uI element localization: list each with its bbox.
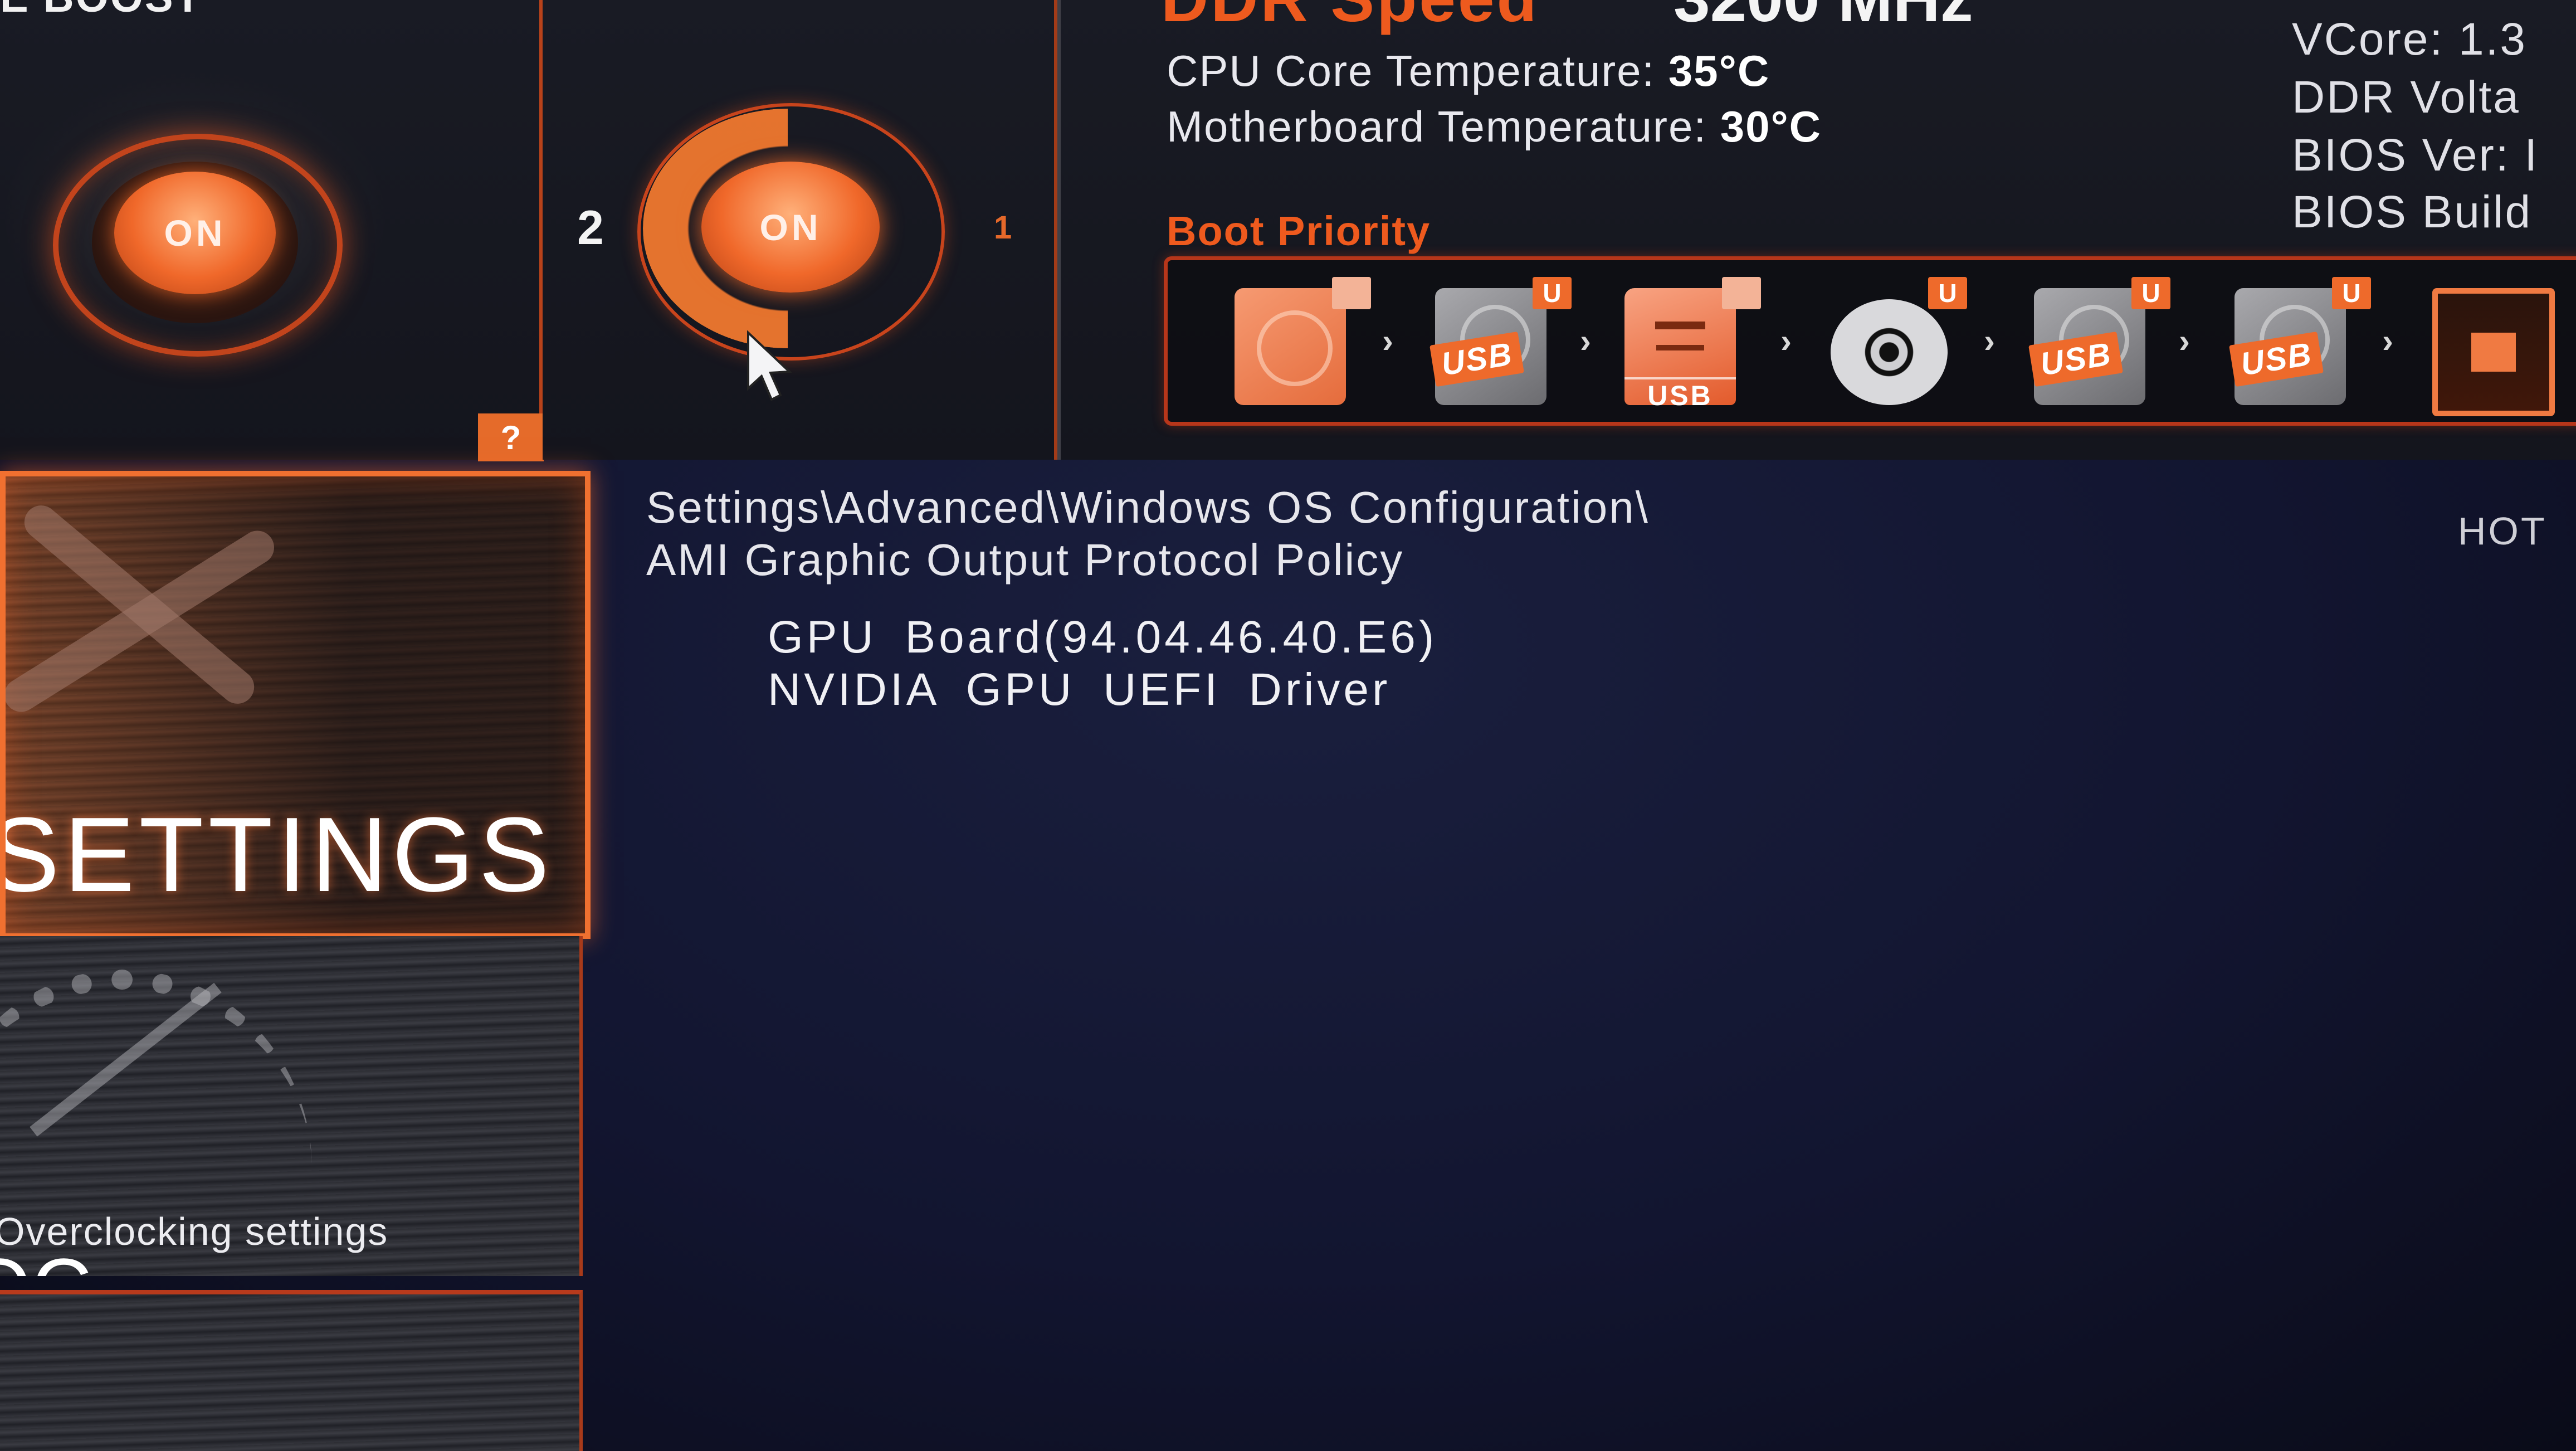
option-nvidia-gpu-uefi-driver[interactable]: NVIDIA GPU UEFI Driver <box>768 664 1391 716</box>
xmp-profile-1-button[interactable]: 1 <box>994 209 1012 246</box>
usb-key-face <box>1655 322 1705 329</box>
bios-build-info: BIOS Build <box>2292 187 2533 237</box>
oc-menu-label: OC <box>0 1240 92 1276</box>
main-content: Settings\Advanced\Windows OS Configurati… <box>584 460 2576 1451</box>
oc-menu-tile[interactable]: Overclocking settings OC <box>0 936 583 1276</box>
motherboard-temperature-label: Motherboard Temperature: <box>1167 102 1707 151</box>
settings-menu-tile[interactable]: SETTINGS <box>0 471 591 939</box>
motherboard-temperature-value: 30°C <box>1720 102 1822 151</box>
uefi-badge: U <box>1928 277 1967 309</box>
cpu-temperature-value: 35°C <box>1668 46 1770 95</box>
uefi-badge: U <box>2332 277 2371 309</box>
cpu-temperature-label: CPU Core Temperature: <box>1167 46 1656 95</box>
settings-menu-label: SETTINGS <box>0 796 554 914</box>
ddr-voltage-info: DDR Volta <box>2292 72 2520 123</box>
boot-priority-title: Boot Priority <box>1167 208 1431 254</box>
boot-device-usb-key[interactable]: USB <box>1608 277 1764 411</box>
boot-device-usb-optical-drive[interactable]: U USB <box>2017 277 2173 411</box>
xmp-profile-2-button[interactable]: 2 <box>577 201 604 256</box>
boot-order-arrow: › <box>2179 322 2190 359</box>
uefi-badge <box>1722 277 1761 309</box>
boot-priority-bar: › U USB › USB › U › U USB › U USB › <box>1164 256 2576 426</box>
next-menu-tile[interactable] <box>0 1290 583 1451</box>
boot-order-arrow: › <box>1580 322 1591 359</box>
xmp-on-button[interactable]: ON <box>701 162 880 293</box>
bios-screen: E BOOST ON ? 2 ON 1 DDR Speed 3200 MHz C… <box>0 0 2576 1451</box>
boot-order-arrow: › <box>1984 322 1995 359</box>
help-button[interactable]: ? <box>478 413 544 461</box>
uefi-badge <box>1332 277 1371 309</box>
optical-disc-icon <box>1831 299 1948 405</box>
uefi-badge: U <box>2131 277 2170 309</box>
uefi-badge: U <box>1533 277 1572 309</box>
bios-version-info: BIOS Ver: I <box>2292 130 2539 181</box>
boot-order-arrow: › <box>1780 322 1792 359</box>
ddr-speed-value: 3200 MHz <box>1674 0 1973 37</box>
boot-device-optical-drive[interactable]: U <box>1814 277 1970 411</box>
xmp-panel: 2 ON 1 <box>543 0 1057 460</box>
option-gpu-board[interactable]: GPU Board(94.04.46.40.E6) <box>768 611 1437 664</box>
game-boost-on-button[interactable]: ON <box>114 172 276 294</box>
boot-order-arrow: › <box>2382 322 2393 359</box>
game-boost-panel: E BOOST ON ? <box>0 0 544 461</box>
boot-device-network[interactable] <box>2416 277 2572 416</box>
breadcrumb-path: Settings\Advanced\Windows OS Configurati… <box>646 483 1650 532</box>
boot-device-hard-disk[interactable] <box>1218 277 1374 411</box>
cpu-temperature: CPU Core Temperature: 35°C <box>1167 46 1770 96</box>
mouse-cursor-icon <box>747 330 792 401</box>
boot-device-usb-hard-disk[interactable]: U USB <box>1418 277 1574 411</box>
usb-key-caption: USB <box>1624 377 1736 412</box>
boot-order-arrow: › <box>1382 322 1393 359</box>
motherboard-temperature: Motherboard Temperature: 30°C <box>1167 101 1822 152</box>
hot-key-button[interactable]: HOT <box>2458 509 2547 553</box>
left-menu: SETTINGS Overclocking settings OC <box>0 460 591 1451</box>
hard-disk-icon <box>1235 288 1346 405</box>
network-icon <box>2432 288 2555 416</box>
ddr-speed-label: DDR Speed <box>1161 0 1539 37</box>
vcore-info: VCore: 1.3 <box>2292 14 2527 65</box>
page-title: AMI Graphic Output Protocol Policy <box>646 535 1404 585</box>
game-boost-title: E BOOST <box>0 0 202 22</box>
boot-device-usb-floppy[interactable]: U USB <box>2218 277 2374 411</box>
system-info-panel: DDR Speed 3200 MHz CPU Core Temperature:… <box>1057 0 2576 460</box>
